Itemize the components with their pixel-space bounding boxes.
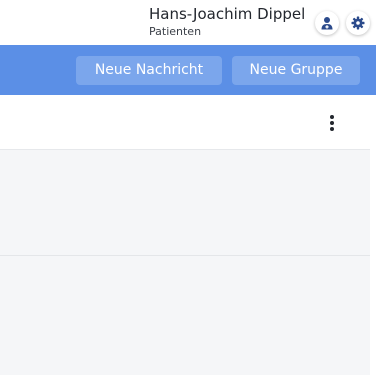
list-header — [0, 95, 370, 150]
new-group-button[interactable]: Neue Gruppe — [232, 56, 360, 85]
action-bar: Neue Nachricht Neue Gruppe — [0, 45, 376, 95]
gear-icon — [351, 16, 365, 30]
top-header: Hans-Joachim Dippel Patienten — [0, 0, 376, 45]
user-name: Hans-Joachim Dippel — [149, 5, 306, 23]
scrollbar-track[interactable] — [370, 95, 376, 375]
doctor-icon — [320, 16, 334, 30]
settings-button[interactable] — [346, 11, 370, 35]
more-vertical-icon[interactable] — [328, 115, 336, 131]
conversation-list — [0, 150, 370, 375]
list-item[interactable] — [0, 150, 370, 256]
doctor-profile-button[interactable] — [315, 11, 339, 35]
user-role: Patienten — [149, 25, 202, 38]
new-message-button[interactable]: Neue Nachricht — [76, 56, 222, 85]
